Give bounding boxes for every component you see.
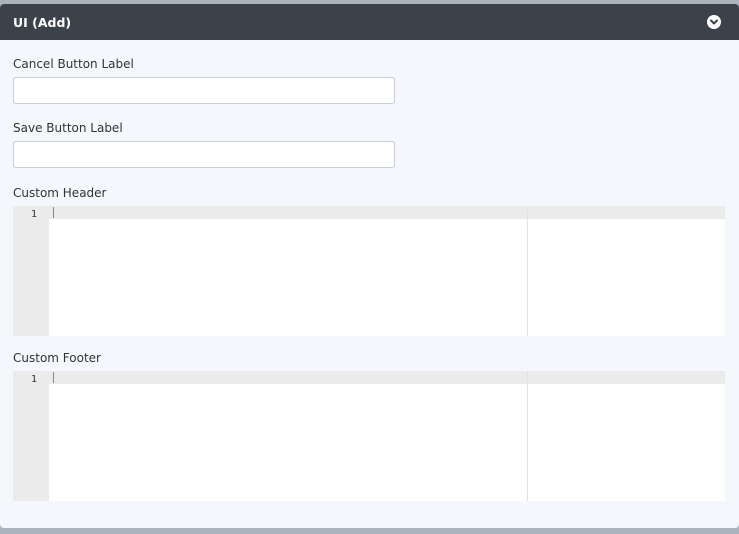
line-number: 1 [30,374,37,385]
active-line-highlight [49,206,725,219]
print-margin [527,206,528,336]
save-button-label-input[interactable] [13,141,395,168]
panel-header[interactable]: UI (Add) [0,4,739,40]
ui-add-panel: UI (Add) Cancel Button Label Save Button… [0,4,739,528]
text-cursor [53,207,54,218]
panel-title: UI (Add) [13,15,72,30]
cancel-button-label-label: Cancel Button Label [13,57,134,71]
chevron-down-circle-icon[interactable] [707,15,721,29]
line-number: 1 [30,209,37,220]
custom-footer-editor[interactable]: 1 [13,371,725,501]
cancel-button-label-input[interactable] [13,77,395,104]
active-line-highlight [49,371,725,384]
editor-gutter: 1 [13,371,49,501]
editor-gutter: 1 [13,206,49,336]
text-cursor [53,372,54,383]
custom-header-editor[interactable]: 1 [13,206,725,336]
custom-header-label: Custom Header [13,186,107,200]
print-margin [527,371,528,501]
save-button-label-label: Save Button Label [13,121,123,135]
custom-footer-label: Custom Footer [13,351,101,365]
